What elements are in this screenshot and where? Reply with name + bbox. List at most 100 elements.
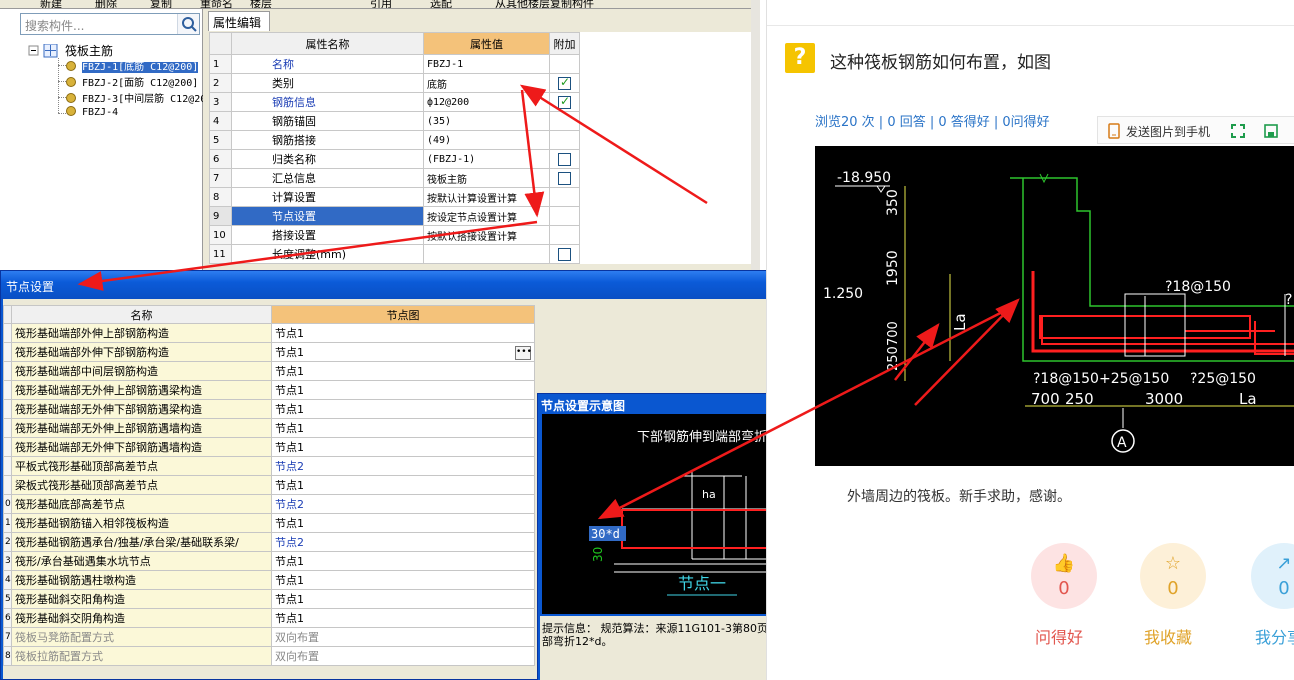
node-value[interactable]: 节点2 — [271, 532, 535, 552]
property-name: 节点设置 — [231, 206, 424, 226]
good-question-button[interactable]: 👍 0 — [1031, 543, 1097, 609]
node-value[interactable]: 节点1 — [271, 589, 535, 609]
checkbox-unchecked[interactable] — [558, 247, 571, 261]
good-question-label[interactable]: 问得好 — [1035, 624, 1083, 648]
node-value[interactable]: 节点1 — [271, 608, 535, 628]
property-value[interactable]: 按默认搭接设置计算 — [423, 225, 550, 245]
node-value[interactable]: 节点1 — [271, 399, 535, 419]
node-row[interactable]: 7 筏板马凳筋配置方式 双向布置 — [3, 627, 535, 647]
node-row[interactable]: 筏形基础端部中间层钢筋构造 节点1 — [3, 361, 535, 381]
panel-scrollbar[interactable] — [751, 0, 760, 271]
node-value[interactable]: 节点1 — [271, 513, 535, 533]
toolbar-reference[interactable]: 引用 — [370, 0, 392, 8]
property-row[interactable]: 3 钢筋信息 ф12@200 — [209, 92, 751, 112]
node-row[interactable]: 筏形基础端部无外伸下部钢筋遇墙构造 节点1 — [3, 437, 535, 457]
share-icon: ↗ — [1276, 553, 1292, 574]
tree-root-label[interactable]: 筏板主筋 — [65, 42, 113, 58]
node-row[interactable]: 8 筏板拉筋配置方式 双向布置 — [3, 646, 535, 666]
node-row[interactable]: 3 筏形/承台基础遇集水坑节点 节点1 — [3, 551, 535, 571]
share-button[interactable]: ↗ 0 — [1251, 543, 1294, 609]
property-value[interactable]: 按设定节点设置计算 — [423, 206, 550, 226]
favorite-label[interactable]: 我收藏 — [1144, 624, 1192, 648]
toolbar-floor[interactable]: 楼层 — [250, 0, 272, 8]
node-value[interactable]: 节点1 — [271, 437, 535, 457]
property-value[interactable]: 按默认计算设置计算 — [423, 187, 550, 207]
property-row[interactable]: 9 节点设置 按设定节点设置计算 — [209, 206, 751, 226]
node-row[interactable]: 筏形基础端部外伸下部钢筋构造 节点1 ••• — [3, 342, 535, 362]
toolbar-new[interactable]: 新建 — [40, 0, 62, 8]
node-value[interactable]: 节点1 — [271, 475, 535, 495]
dialog-titlebar[interactable]: 节点设置 _ □ ✕ — [1, 271, 847, 299]
tree-item[interactable]: FBZJ-2[面筋 C12@200] — [66, 74, 198, 90]
node-value[interactable]: 节点2 — [271, 494, 535, 514]
toolbar-delete[interactable]: 删除 — [95, 0, 117, 8]
property-row[interactable]: 4 钢筋锚固 (35) — [209, 111, 751, 131]
property-value[interactable] — [423, 244, 550, 264]
node-row[interactable]: 筏形基础端部无外伸上部钢筋遇梁构造 节点1 — [3, 380, 535, 400]
node-row[interactable]: 6 筏形基础斜交阴角构造 节点1 — [3, 608, 535, 628]
node-row[interactable]: 梁板式筏形基础顶部高差节点 节点1 — [3, 475, 535, 495]
property-row[interactable]: 5 钢筋搭接 (49) — [209, 130, 751, 150]
search-input[interactable]: 搜索构件... — [20, 13, 200, 35]
toolbar-copy-from-floor[interactable]: 从其他楼层复制构件 — [495, 0, 594, 8]
property-value[interactable]: 筏板主筋 — [423, 168, 550, 188]
question-stats[interactable]: 浏览20 次 | 0 回答 | 0 答得好 | 0问得好 — [815, 111, 1050, 130]
checkbox-checked[interactable] — [558, 75, 571, 90]
node-value-text: 节点2 — [275, 536, 304, 549]
share-label[interactable]: 我分享 — [1255, 624, 1294, 648]
node-value[interactable]: 节点1 — [271, 323, 535, 343]
node-value[interactable]: 节点1 — [271, 380, 535, 400]
node-row[interactable]: 4 筏形基础钢筋遇柱墩构造 节点1 — [3, 570, 535, 590]
property-row[interactable]: 7 汇总信息 筏板主筋 — [209, 168, 751, 188]
toolbar-copy[interactable]: 复制 — [150, 0, 172, 8]
tab-property-edit[interactable]: 属性编辑 — [208, 11, 270, 31]
node-row[interactable]: 筏形基础端部无外伸下部钢筋遇梁构造 节点1 — [3, 399, 535, 419]
tree-item[interactable]: FBZJ-3[中间层筋 C12@200] — [66, 90, 218, 106]
checkbox-unchecked[interactable] — [558, 171, 571, 185]
node-value[interactable]: 节点1 — [271, 361, 535, 381]
property-row[interactable]: 11 长度调整(mm) — [209, 244, 751, 264]
property-value[interactable]: FBZJ-1 — [423, 54, 550, 74]
dim-30d[interactable]: 30*d — [591, 527, 620, 541]
node-value-text: 节点1 — [275, 612, 304, 625]
favorite-button[interactable]: ☆ 0 — [1140, 543, 1206, 609]
property-row[interactable]: 8 计算设置 按默认计算设置计算 — [209, 187, 751, 207]
node-value[interactable]: 节点1 — [271, 551, 535, 571]
node-row[interactable]: 筏形基础端部外伸上部钢筋构造 节点1 — [3, 323, 535, 343]
node-row[interactable]: 1 筏形基础钢筋锚入相邻筏板构造 节点1 — [3, 513, 535, 533]
node-value[interactable]: 节点1 — [271, 418, 535, 438]
property-value[interactable]: (49) — [423, 130, 550, 150]
node-value[interactable]: 节点2 — [271, 456, 535, 476]
property-row[interactable]: 1 名称 FBZJ-1 — [209, 54, 751, 74]
property-row[interactable]: 10 搭接设置 按默认搭接设置计算 — [209, 225, 751, 245]
tree-expand-icon[interactable] — [28, 44, 68, 58]
property-value[interactable]: ф12@200 — [423, 92, 550, 112]
property-value[interactable]: (35) — [423, 111, 550, 131]
node-value[interactable]: 节点1 — [271, 570, 535, 590]
row-number: 8 — [209, 187, 232, 207]
toolbar-rename[interactable]: 重命名 — [200, 0, 233, 8]
node-value[interactable]: 双向布置 — [271, 646, 535, 666]
node-row[interactable]: 平板式筏形基础顶部高差节点 节点2 — [3, 456, 535, 476]
node-name: 筏形基础端部无外伸下部钢筋遇墙构造 — [11, 437, 272, 457]
property-value[interactable]: (FBZJ-1) — [423, 149, 550, 169]
checkbox-checked[interactable] — [558, 94, 571, 109]
toolbar-select[interactable]: 选配 — [430, 0, 452, 8]
property-row[interactable]: 2 类别 底筋 — [209, 73, 751, 93]
send-to-phone-button[interactable]: 发送图片到手机 — [1126, 123, 1210, 140]
node-row[interactable]: 2 筏形基础钢筋遇承台/独基/承台梁/基础联系梁/节点2 — [3, 532, 535, 552]
property-value[interactable]: 底筋 — [423, 73, 550, 93]
node-row[interactable]: 筏形基础端部无外伸上部钢筋遇墙构造 节点1 — [3, 418, 535, 438]
node-value[interactable]: 节点1 ••• — [271, 342, 535, 362]
fullscreen-icon[interactable] — [1230, 123, 1246, 139]
checkbox-unchecked[interactable] — [558, 152, 571, 166]
search-icon[interactable] — [177, 14, 199, 34]
more-options-button[interactable]: ••• — [515, 346, 532, 360]
tree-item[interactable]: FBZJ-1[底筋 C12@200] — [66, 58, 199, 74]
node-row[interactable]: 5 筏形基础斜交阳角构造 节点1 — [3, 589, 535, 609]
node-value[interactable]: 双向布置 — [271, 627, 535, 647]
tree-item[interactable]: FBZJ-4 — [66, 106, 118, 122]
property-row[interactable]: 6 归类名称 (FBZJ-1) — [209, 149, 751, 169]
node-row[interactable]: 0 筏形基础底部高差节点 节点2 — [3, 494, 535, 514]
save-icon[interactable] — [1263, 123, 1279, 139]
